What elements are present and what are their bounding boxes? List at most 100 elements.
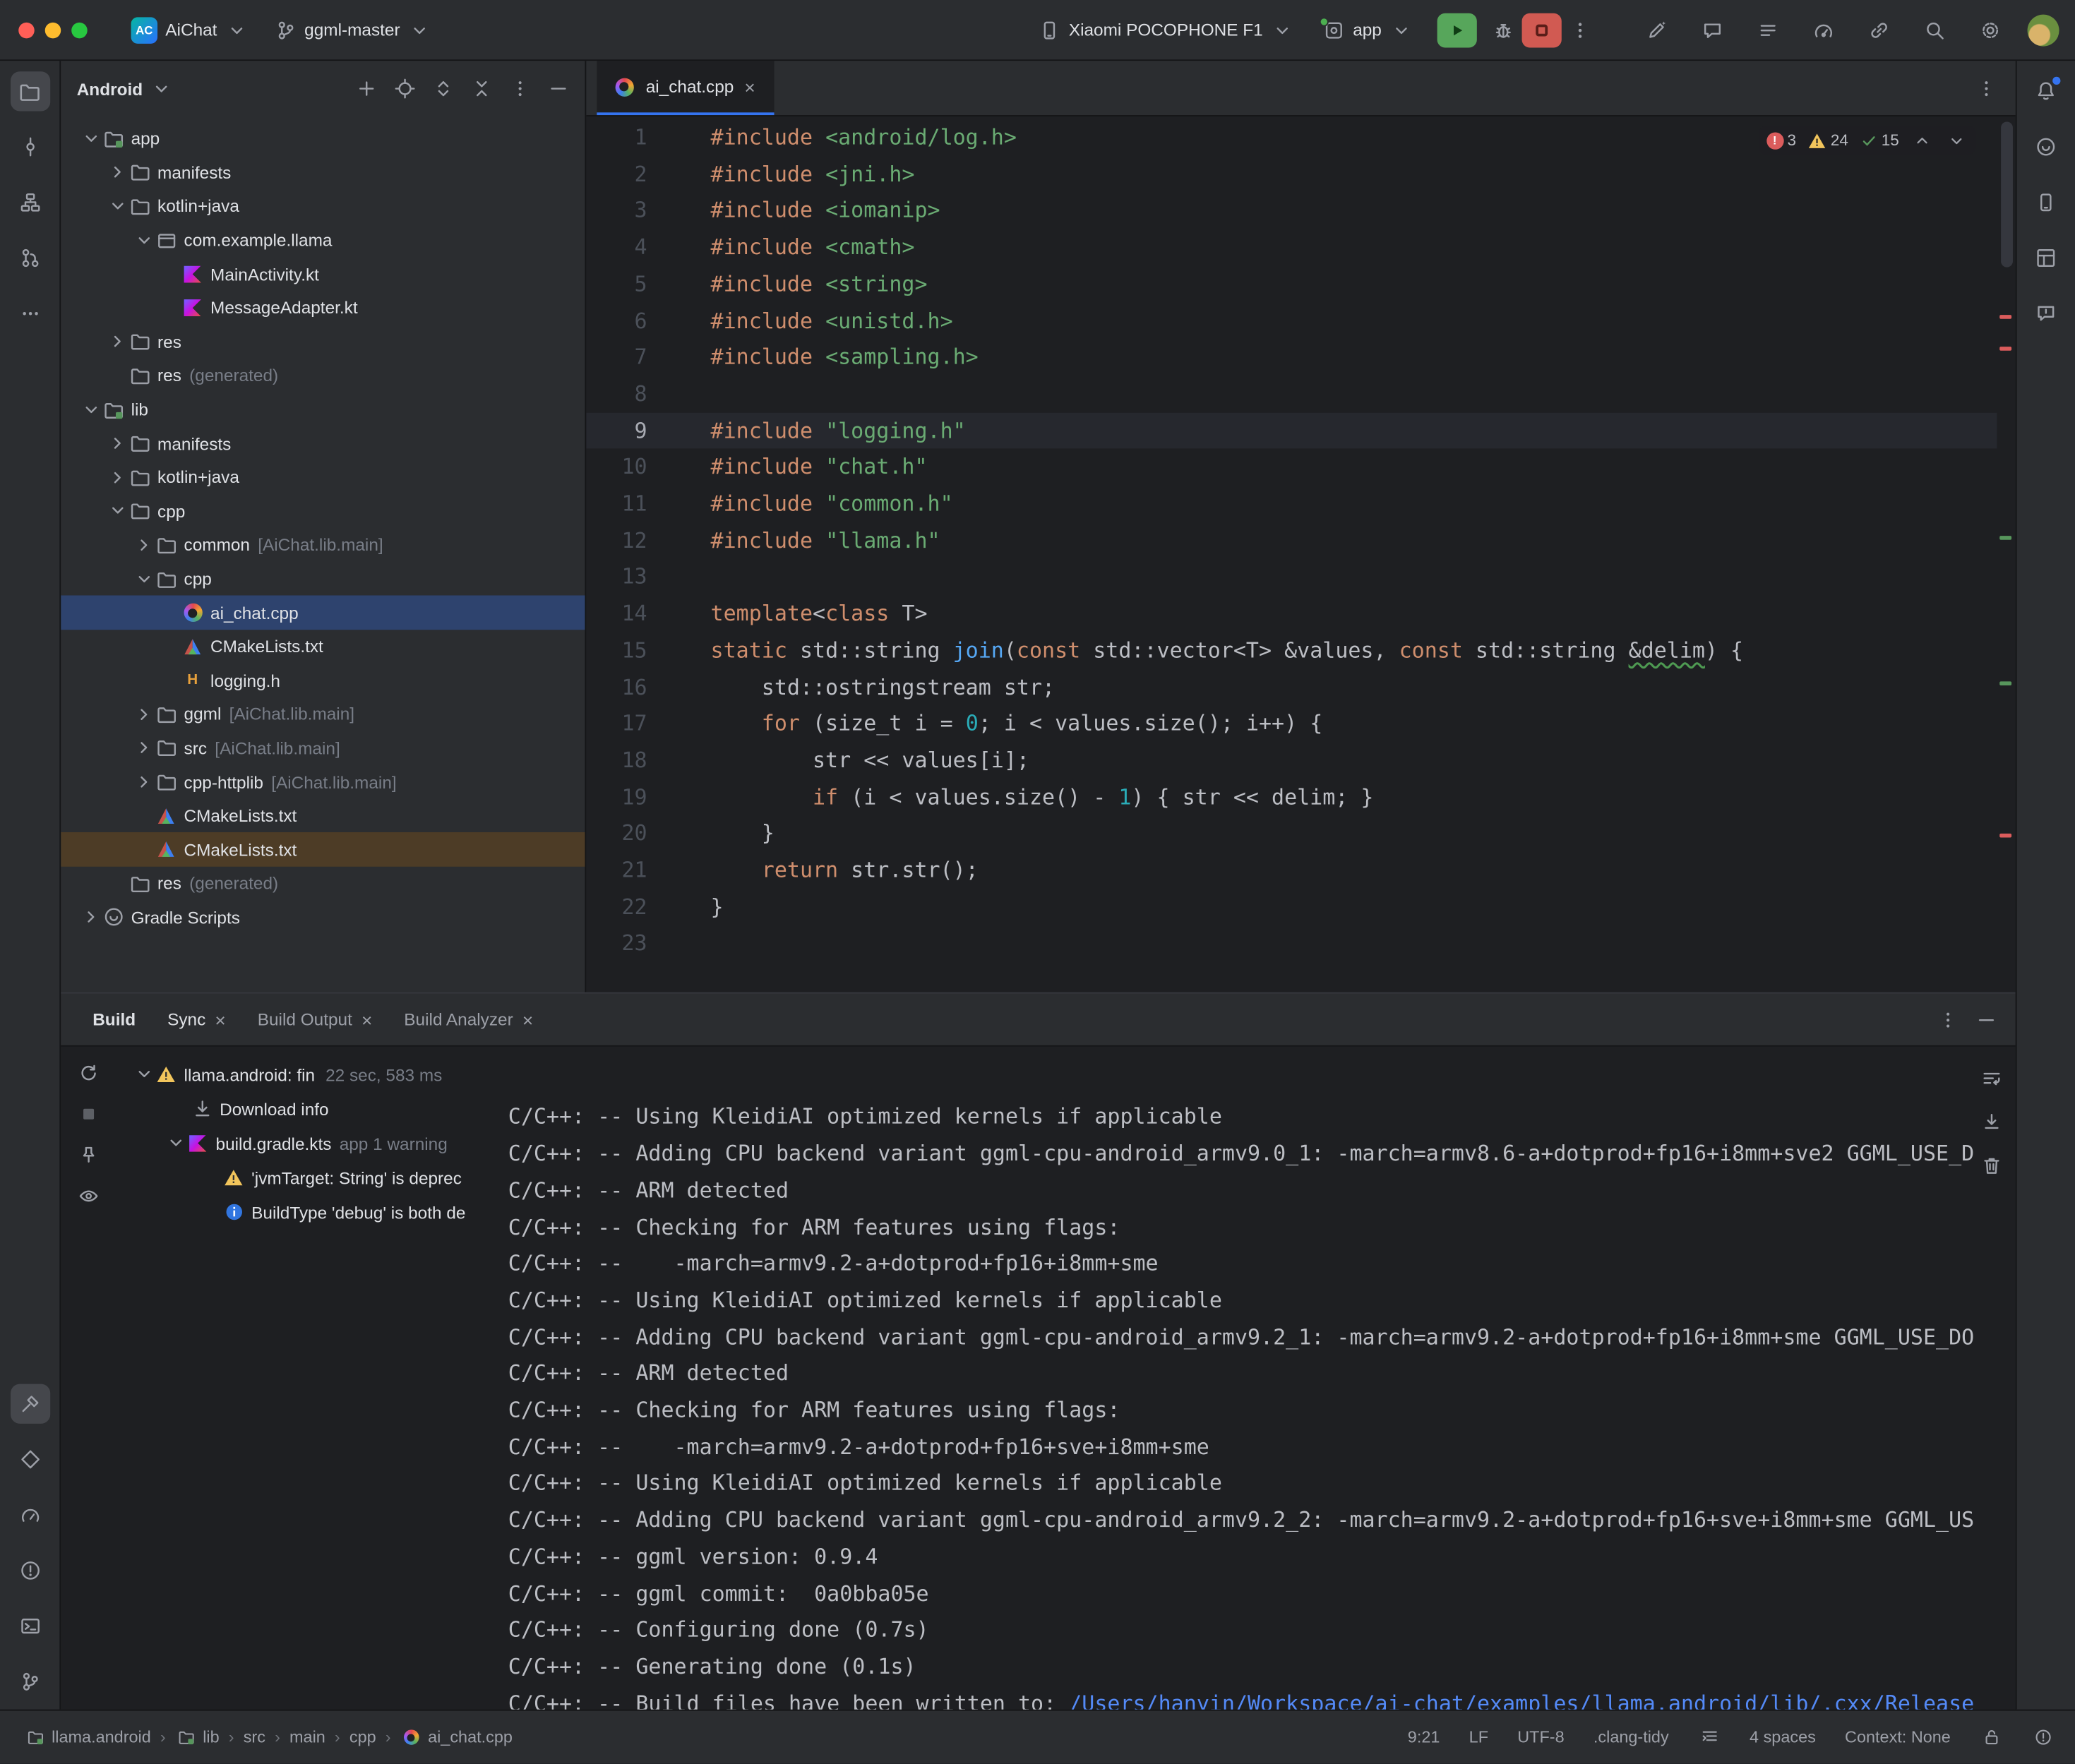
tree-item-com-example-llama[interactable]: com.example.llama xyxy=(61,223,585,257)
code-line[interactable] xyxy=(711,376,2016,412)
tree-item-kotlin-java[interactable]: kotlin+java xyxy=(61,460,585,494)
close-tab-icon[interactable]: × xyxy=(744,78,755,96)
breadcrumb-item-main[interactable]: main xyxy=(289,1728,325,1746)
tree-item-src[interactable]: src[AiChat.lib.main] xyxy=(61,731,585,765)
tree-item-ai-chat-cpp[interactable]: ai_chat.cpp xyxy=(61,596,585,630)
close-tab-icon[interactable]: × xyxy=(361,1010,372,1028)
collapse-all-icon[interactable] xyxy=(470,78,492,100)
code-area[interactable]: #include <android/log.h>#include <jni.h>… xyxy=(663,116,2016,992)
context-widget[interactable]: Context: None xyxy=(1845,1728,1951,1746)
line-number[interactable]: 1 xyxy=(586,119,647,156)
breadcrumb-item-lib[interactable]: lib xyxy=(175,1727,220,1748)
task-list-icon[interactable] xyxy=(1750,11,1786,48)
breadcrumb-item-llama-android[interactable]: llama.android xyxy=(24,1727,151,1748)
tree-item-cpp-httplib[interactable]: cpp-httplib[AiChat.lib.main] xyxy=(61,765,585,799)
line-number[interactable]: 21 xyxy=(586,852,647,889)
code-editor[interactable]: 1234567891011121314151617181920212223 #i… xyxy=(586,116,2015,992)
code-line[interactable]: #include <iomanip> xyxy=(711,193,2016,229)
project-tool-icon[interactable] xyxy=(10,71,49,111)
error-stripe-mark[interactable] xyxy=(1999,347,2011,351)
line-number[interactable]: 11 xyxy=(586,486,647,522)
breadcrumb-item-cpp[interactable]: cpp xyxy=(349,1728,376,1746)
project-widget[interactable]: AC AiChat xyxy=(121,11,256,48)
code-line[interactable]: #include <sampling.h> xyxy=(711,339,2016,376)
line-number[interactable]: 3 xyxy=(586,193,647,229)
notifications-icon[interactable] xyxy=(2026,71,2066,111)
filter-eye-icon[interactable] xyxy=(78,1185,100,1206)
code-line[interactable]: return str.str(); xyxy=(711,852,2016,889)
more-actions-kebab[interactable] xyxy=(1562,11,1598,48)
line-number[interactable]: 10 xyxy=(586,449,647,486)
device-manager-icon[interactable] xyxy=(2026,183,2066,222)
line-number[interactable]: 15 xyxy=(586,632,647,669)
line-number[interactable]: 18 xyxy=(586,742,647,779)
chevron-down-icon[interactable] xyxy=(106,196,128,217)
code-line[interactable]: #include <string> xyxy=(711,265,2016,302)
tree-item-messageadapter-kt[interactable]: MessageAdapter.kt xyxy=(61,291,585,325)
scroll-to-end-icon[interactable] xyxy=(1980,1111,2002,1132)
clang-tidy-widget[interactable]: .clang-tidy xyxy=(1593,1728,1669,1746)
chevron-down-icon[interactable] xyxy=(79,128,102,149)
editor-gutter[interactable]: 1234567891011121314151617181920212223 xyxy=(586,116,663,992)
pin-icon[interactable] xyxy=(78,1144,100,1165)
profiler-tool-icon[interactable] xyxy=(10,1495,49,1535)
tree-item-ggml[interactable]: ggml[AiChat.lib.main] xyxy=(61,697,585,731)
project-view-selector[interactable]: Android xyxy=(77,79,143,99)
line-number[interactable]: 14 xyxy=(586,596,647,632)
chevron-down-icon[interactable] xyxy=(150,78,173,100)
line-number[interactable]: 20 xyxy=(586,815,647,852)
debug-button[interactable] xyxy=(1485,11,1521,48)
code-line[interactable]: std::ostringstream str; xyxy=(711,669,2016,706)
build-tree-item-download-info[interactable]: Download info xyxy=(116,1091,503,1126)
stop-button[interactable] xyxy=(1522,13,1562,47)
chevron-right-icon[interactable] xyxy=(132,704,155,725)
code-line[interactable]: } xyxy=(711,815,2016,852)
build-tab-sync[interactable]: Sync× xyxy=(167,1009,226,1029)
line-number[interactable]: 7 xyxy=(586,339,647,376)
indent-icon[interactable] xyxy=(1698,1727,1721,1748)
build-tab-build-output[interactable]: Build Output× xyxy=(258,1009,373,1029)
line-number[interactable]: 17 xyxy=(586,706,647,743)
error-status-icon[interactable] xyxy=(2031,1727,2054,1748)
line-number[interactable]: 19 xyxy=(586,779,647,815)
dependencies-tool-icon[interactable] xyxy=(10,1439,49,1479)
tree-item-cmakelists-txt[interactable]: CMakeLists.txt xyxy=(61,630,585,664)
chevron-right-icon[interactable] xyxy=(106,331,128,352)
line-number[interactable]: 9 xyxy=(586,412,647,449)
ai-chat-icon[interactable] xyxy=(1694,11,1730,48)
code-line[interactable]: static std::string join(const std::vecto… xyxy=(711,632,2016,669)
minimize-window-button[interactable] xyxy=(45,22,61,37)
more-tool-windows-icon[interactable] xyxy=(10,294,49,333)
tree-item-res[interactable]: res(generated) xyxy=(61,359,585,392)
editor-scrollbar[interactable] xyxy=(2001,121,2013,267)
vcs-branch-widget[interactable]: ggml-master xyxy=(265,14,440,46)
chevron-right-icon[interactable] xyxy=(106,467,128,488)
tree-item-mainactivity-kt[interactable]: MainActivity.kt xyxy=(61,257,585,291)
indent-size[interactable]: 4 spaces xyxy=(1750,1728,1816,1746)
code-line[interactable]: #include <unistd.h> xyxy=(711,302,2016,339)
console-link[interactable]: /Users/hanyin/Workspace/ai-chat/examples… xyxy=(1069,1691,1974,1710)
chevron-down-icon[interactable] xyxy=(79,399,102,420)
chevron-right-icon[interactable] xyxy=(106,162,128,183)
line-number[interactable]: 2 xyxy=(586,156,647,193)
run-configuration-selector[interactable]: app xyxy=(1313,14,1421,46)
hide-build-panel-icon[interactable] xyxy=(1975,1009,1997,1030)
line-number[interactable]: 22 xyxy=(586,889,647,925)
breadcrumb-item-ai-chat-cpp[interactable]: ai_chat.cpp xyxy=(400,1727,513,1748)
clear-all-icon[interactable] xyxy=(1980,1155,2002,1176)
build-tool-icon[interactable] xyxy=(10,1384,49,1424)
vcs-stripe-mark[interactable] xyxy=(1999,536,2011,540)
tree-item-gradle-scripts[interactable]: Gradle Scripts xyxy=(61,901,585,935)
tree-item-manifests[interactable]: manifests xyxy=(61,426,585,460)
structure-tool-icon[interactable] xyxy=(10,183,49,222)
tree-item-common[interactable]: common[AiChat.lib.main] xyxy=(61,528,585,562)
tree-item-kotlin-java[interactable]: kotlin+java xyxy=(61,189,585,223)
close-tab-icon[interactable]: × xyxy=(522,1010,533,1028)
build-tree-item-jvmtarget-string-is-deprec[interactable]: 'jvmTarget: String' is deprec xyxy=(116,1160,503,1195)
tree-item-cmakelists-txt[interactable]: CMakeLists.txt xyxy=(61,833,585,867)
vcs-stripe-mark[interactable] xyxy=(1999,681,2011,685)
error-stripe-mark[interactable] xyxy=(1999,315,2011,319)
chevron-down-icon[interactable] xyxy=(132,1064,155,1085)
tree-item-cmakelists-txt[interactable]: CMakeLists.txt xyxy=(61,799,585,833)
tree-item-cpp[interactable]: cpp xyxy=(61,494,585,528)
